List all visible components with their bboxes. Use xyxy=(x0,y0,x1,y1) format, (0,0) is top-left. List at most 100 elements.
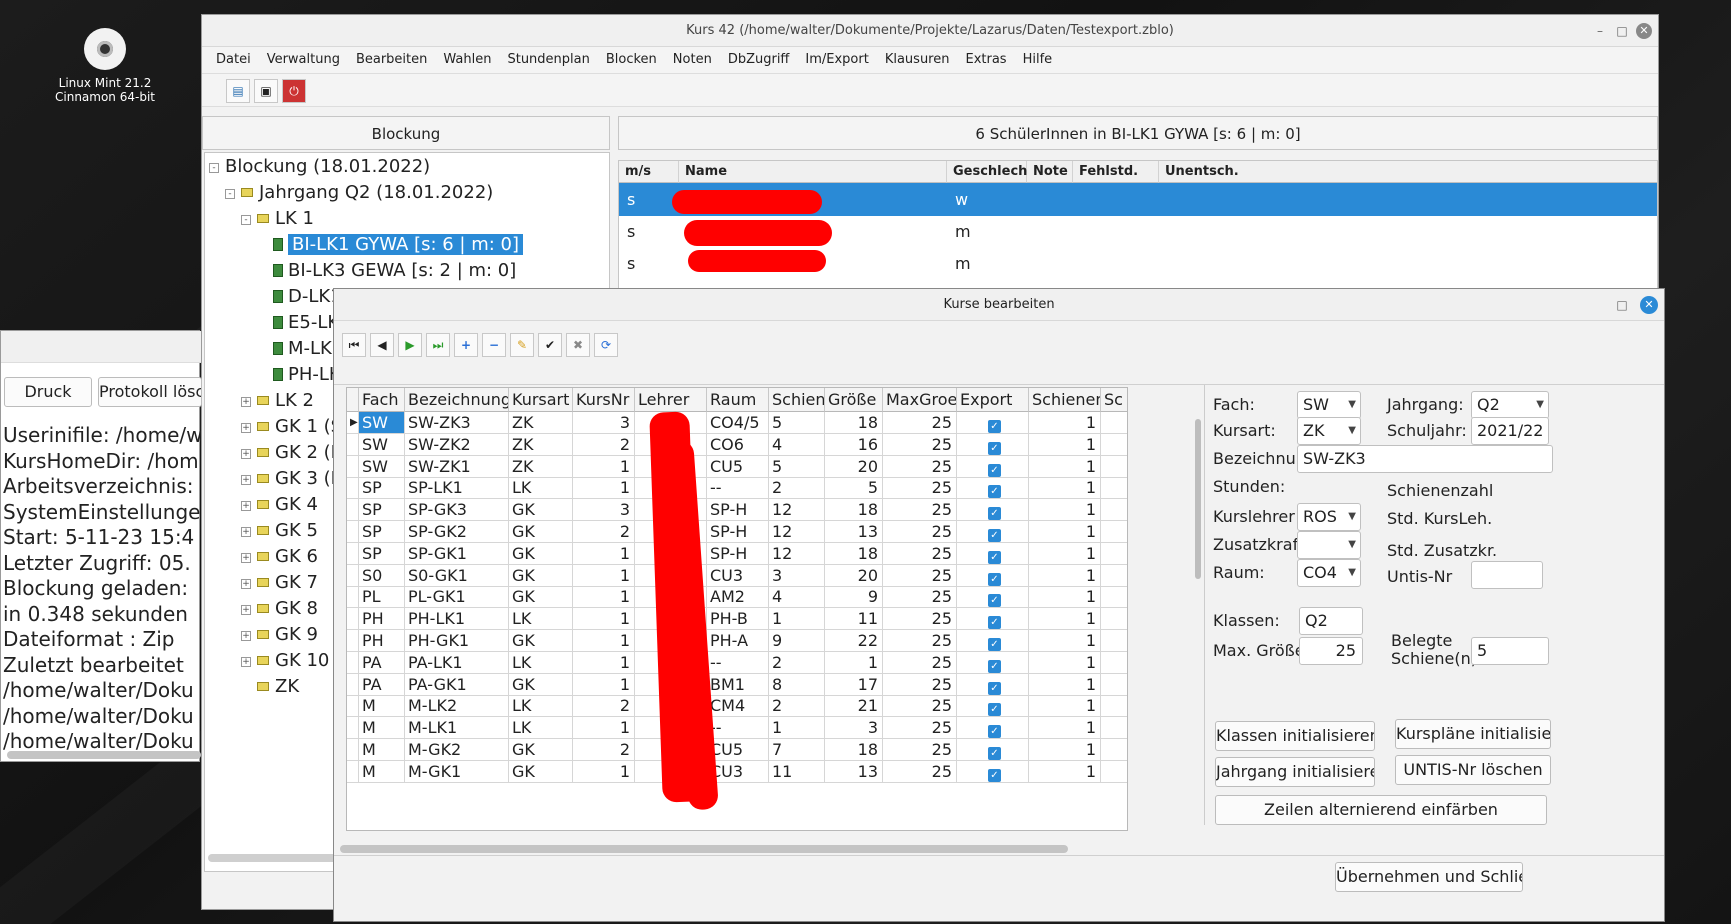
kurse-cell[interactable] xyxy=(957,760,1029,783)
chevron-down-icon[interactable]: ▼ xyxy=(1348,560,1356,586)
kurse-cell[interactable]: 1 xyxy=(1029,433,1101,456)
kurse-cell[interactable]: PA xyxy=(359,651,405,674)
fach-combo[interactable]: SW ▼ xyxy=(1297,391,1361,419)
tree-node[interactable]: BI-LK3 GEWA [s: 2 | m: 0] xyxy=(257,259,516,283)
kurse-cell[interactable]: 8 xyxy=(769,673,825,696)
kurse-cell[interactable] xyxy=(957,651,1029,674)
kurse-cell[interactable] xyxy=(957,673,1029,696)
kurse-cell[interactable]: 1 xyxy=(1029,564,1101,587)
kurse-cell[interactable]: M-LK2 xyxy=(405,695,509,718)
open-icon[interactable]: ▤ xyxy=(226,79,250,103)
kurse-cell[interactable]: 1 xyxy=(1029,739,1101,761)
students-column-header[interactable]: m/s xyxy=(619,161,679,183)
klassen-input[interactable]: Q2 xyxy=(1299,607,1363,635)
expander-icon[interactable]: + xyxy=(241,449,251,459)
delete-record-icon[interactable]: − xyxy=(482,333,506,357)
menu-item[interactable]: Stundenplan xyxy=(507,52,589,67)
kurse-cell[interactable]: 25 xyxy=(883,542,957,565)
students-column-header[interactable]: Name xyxy=(679,161,947,183)
kurse-cell[interactable]: BM1 xyxy=(707,673,769,696)
close-icon[interactable]: ✕ xyxy=(1636,23,1652,39)
kurse-cell[interactable]: 17 xyxy=(825,673,883,696)
kurse-cell[interactable]: 5 xyxy=(769,455,825,478)
kurse-cell[interactable]: PH-GK1 xyxy=(405,630,509,652)
kurse-cell[interactable]: 1 xyxy=(1029,651,1101,674)
kurse-column-header[interactable]: KursNr xyxy=(573,388,635,412)
kurse-cell[interactable]: 12 xyxy=(769,521,825,543)
kurse-cell[interactable]: 1 xyxy=(1029,630,1101,652)
kurse-column-header[interactable]: Fach xyxy=(359,388,405,412)
tree-node[interactable]: M-LK xyxy=(257,337,332,361)
kurse-table-hscroll[interactable] xyxy=(340,845,1068,853)
kurse-cell[interactable]: 5 xyxy=(769,412,825,434)
kurse-cell[interactable] xyxy=(957,564,1029,587)
kurse-cell[interactable]: 25 xyxy=(883,695,957,718)
kurse-row[interactable]: M M-LK1 LK 1 -- 1 3 25 ✓ 1 xyxy=(347,717,1127,740)
tree-node[interactable]: + GK 10 ( xyxy=(241,649,342,673)
kurse-cell[interactable]: SP xyxy=(359,521,405,543)
kurse-cell[interactable]: CO6 xyxy=(707,433,769,456)
kurse-cell[interactable]: 9 xyxy=(825,586,883,609)
kurse-cell[interactable]: SP-LK1 xyxy=(405,477,509,500)
kurse-cell[interactable]: LK xyxy=(509,477,573,500)
klassen-initialisieren-button[interactable]: Klassen initialisieren xyxy=(1215,721,1375,751)
kurse-cell[interactable] xyxy=(957,412,1029,434)
jahrgang-initialisieren-button[interactable]: Jahrgang initialisiere xyxy=(1215,757,1375,787)
kurse-cell[interactable]: 1 xyxy=(1029,717,1101,740)
kurse-column-header[interactable]: Export xyxy=(957,388,1029,412)
kurse-cell[interactable]: 25 xyxy=(883,455,957,478)
kurse-cell[interactable]: 25 xyxy=(883,630,957,652)
kurse-cell[interactable]: 1 xyxy=(573,630,635,652)
menu-item[interactable]: Blocken xyxy=(606,52,657,67)
kurse-column-header[interactable]: Schiene xyxy=(769,388,825,412)
tree-node[interactable]: + GK 2 (R xyxy=(241,441,343,465)
kurse-table[interactable]: Fach Bezeichnung Kursart KursNr Lehrer Raum Sc… xyxy=(346,387,1128,831)
kurse-row[interactable]: S0 S0-GK1 GK 1 CU3 3 20 25 ✓ 1 xyxy=(347,564,1127,587)
tree-node[interactable]: + GK 3 (K xyxy=(241,467,342,491)
kurse-cell[interactable]: 1 xyxy=(825,651,883,674)
kurse-cell[interactable]: 25 xyxy=(883,739,957,761)
uebernehmen-schliessen-button[interactable]: Übernehmen und Schlie xyxy=(1335,862,1523,892)
kurse-cell[interactable] xyxy=(957,695,1029,718)
menu-item[interactable]: Im/Export xyxy=(805,52,868,67)
chevron-down-icon[interactable]: ▼ xyxy=(1536,392,1544,418)
minimize-icon[interactable]: – xyxy=(1592,23,1608,39)
kurse-row[interactable]: PH PH-LK1 LK 1 PH-B 1 11 25 ✓ 1 xyxy=(347,608,1127,631)
kurse-cell[interactable]: 1 xyxy=(1029,521,1101,543)
expander-icon[interactable]: + xyxy=(241,475,251,485)
kursart-combo[interactable]: ZK ▼ xyxy=(1297,417,1361,445)
kurse-cell[interactable]: 1 xyxy=(769,608,825,631)
kurse-cell[interactable] xyxy=(957,608,1029,631)
kurse-cell[interactable]: CU3 xyxy=(707,564,769,587)
kurse-cell[interactable]: 13 xyxy=(825,521,883,543)
kurse-cell[interactable]: 22 xyxy=(825,630,883,652)
kurse-column-header[interactable]: Sc xyxy=(1101,388,1127,412)
kurse-cell[interactable]: 25 xyxy=(883,564,957,587)
tree-node[interactable]: - Blockung (18.01.2022) xyxy=(209,155,430,179)
kurse-cell[interactable]: CU5 xyxy=(707,455,769,478)
untis-nr-input[interactable] xyxy=(1471,561,1543,589)
kurse-cell[interactable]: LK xyxy=(509,717,573,740)
kurse-cell[interactable]: 1 xyxy=(573,477,635,500)
kurse-cell[interactable]: LK xyxy=(509,651,573,674)
kurse-cell[interactable]: -- xyxy=(707,717,769,740)
kurse-row[interactable]: PH PH-GK1 GK 1 PH-A 9 22 25 ✓ 1 xyxy=(347,630,1127,652)
tree-node[interactable]: + GK 9 xyxy=(241,623,318,647)
kurse-cell[interactable]: SP-GK2 xyxy=(405,521,509,543)
kurse-cell[interactable]: PH xyxy=(359,608,405,631)
kurse-cell[interactable]: 2 xyxy=(769,695,825,718)
kurse-cell[interactable]: SP xyxy=(359,477,405,500)
kurse-cell[interactable]: 20 xyxy=(825,564,883,587)
tree-node[interactable]: E5-LK xyxy=(257,311,339,335)
kurslehrer-combo[interactable]: ROS ▼ xyxy=(1297,503,1361,531)
dialog-titlebar[interactable]: Kurse bearbeiten xyxy=(334,289,1664,321)
tree-node[interactable]: BI-LK1 GYWA [s: 6 | m: 0] xyxy=(257,233,523,257)
kurse-cell[interactable]: SW-ZK2 xyxy=(405,433,509,456)
expander-icon[interactable]: - xyxy=(209,163,219,173)
prior-record-icon[interactable]: ◀ xyxy=(370,333,394,357)
menu-item[interactable]: Klausuren xyxy=(885,52,950,67)
expander-icon[interactable]: + xyxy=(241,423,251,433)
tree-node[interactable]: + GK 6 xyxy=(241,545,318,569)
kurse-cell[interactable]: 1 xyxy=(573,673,635,696)
druck-button[interactable]: Druck xyxy=(4,377,92,407)
